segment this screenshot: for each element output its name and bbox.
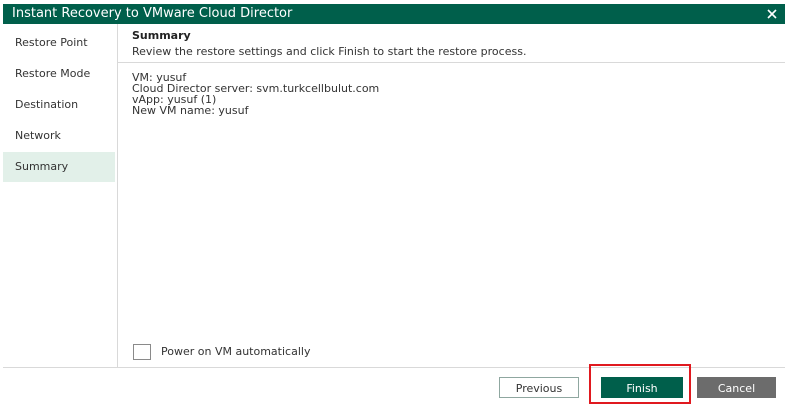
wizard-sidebar: Restore Point Restore Mode Destination N… <box>3 24 122 367</box>
page-description: Review the restore settings and click Fi… <box>132 45 527 58</box>
summary-line-new-vm-name: New VM name: yusuf <box>132 104 249 117</box>
cancel-button[interactable]: Cancel <box>697 377 776 398</box>
step-header: Summary Review the restore settings and … <box>118 24 785 62</box>
finish-button[interactable]: Finish <box>601 377 683 398</box>
sidebar-item-label: Network <box>15 129 61 142</box>
sidebar-item-label: Destination <box>15 98 79 111</box>
power-on-label: Power on VM automatically <box>161 345 311 358</box>
sidebar-item-network[interactable]: Network <box>3 121 117 151</box>
sidebar-item-summary[interactable]: Summary <box>3 152 122 182</box>
sidebar-item-restore-mode[interactable]: Restore Mode <box>3 59 117 89</box>
header-divider <box>118 62 785 63</box>
close-icon[interactable] <box>765 7 779 21</box>
sidebar-item-label: Restore Point <box>15 36 88 49</box>
dialog-title: Instant Recovery to VMware Cloud Directo… <box>12 6 293 21</box>
summary-content: VM: yusuf Cloud Director server: svm.tur… <box>132 72 379 116</box>
sidebar-item-label: Restore Mode <box>15 67 91 80</box>
sidebar-item-label: Summary <box>15 160 69 173</box>
page-title: Summary <box>132 29 191 42</box>
sidebar-item-destination[interactable]: Destination <box>3 90 117 120</box>
sidebar-item-restore-point[interactable]: Restore Point <box>3 28 117 58</box>
dialog-titlebar: Instant Recovery to VMware Cloud Directo… <box>3 4 785 24</box>
footer-divider <box>3 367 785 368</box>
sidebar-divider <box>117 24 118 367</box>
power-on-checkbox[interactable] <box>133 344 151 360</box>
previous-button[interactable]: Previous <box>499 377 579 398</box>
instant-recovery-dialog: Instant Recovery to VMware Cloud Directo… <box>3 4 785 408</box>
